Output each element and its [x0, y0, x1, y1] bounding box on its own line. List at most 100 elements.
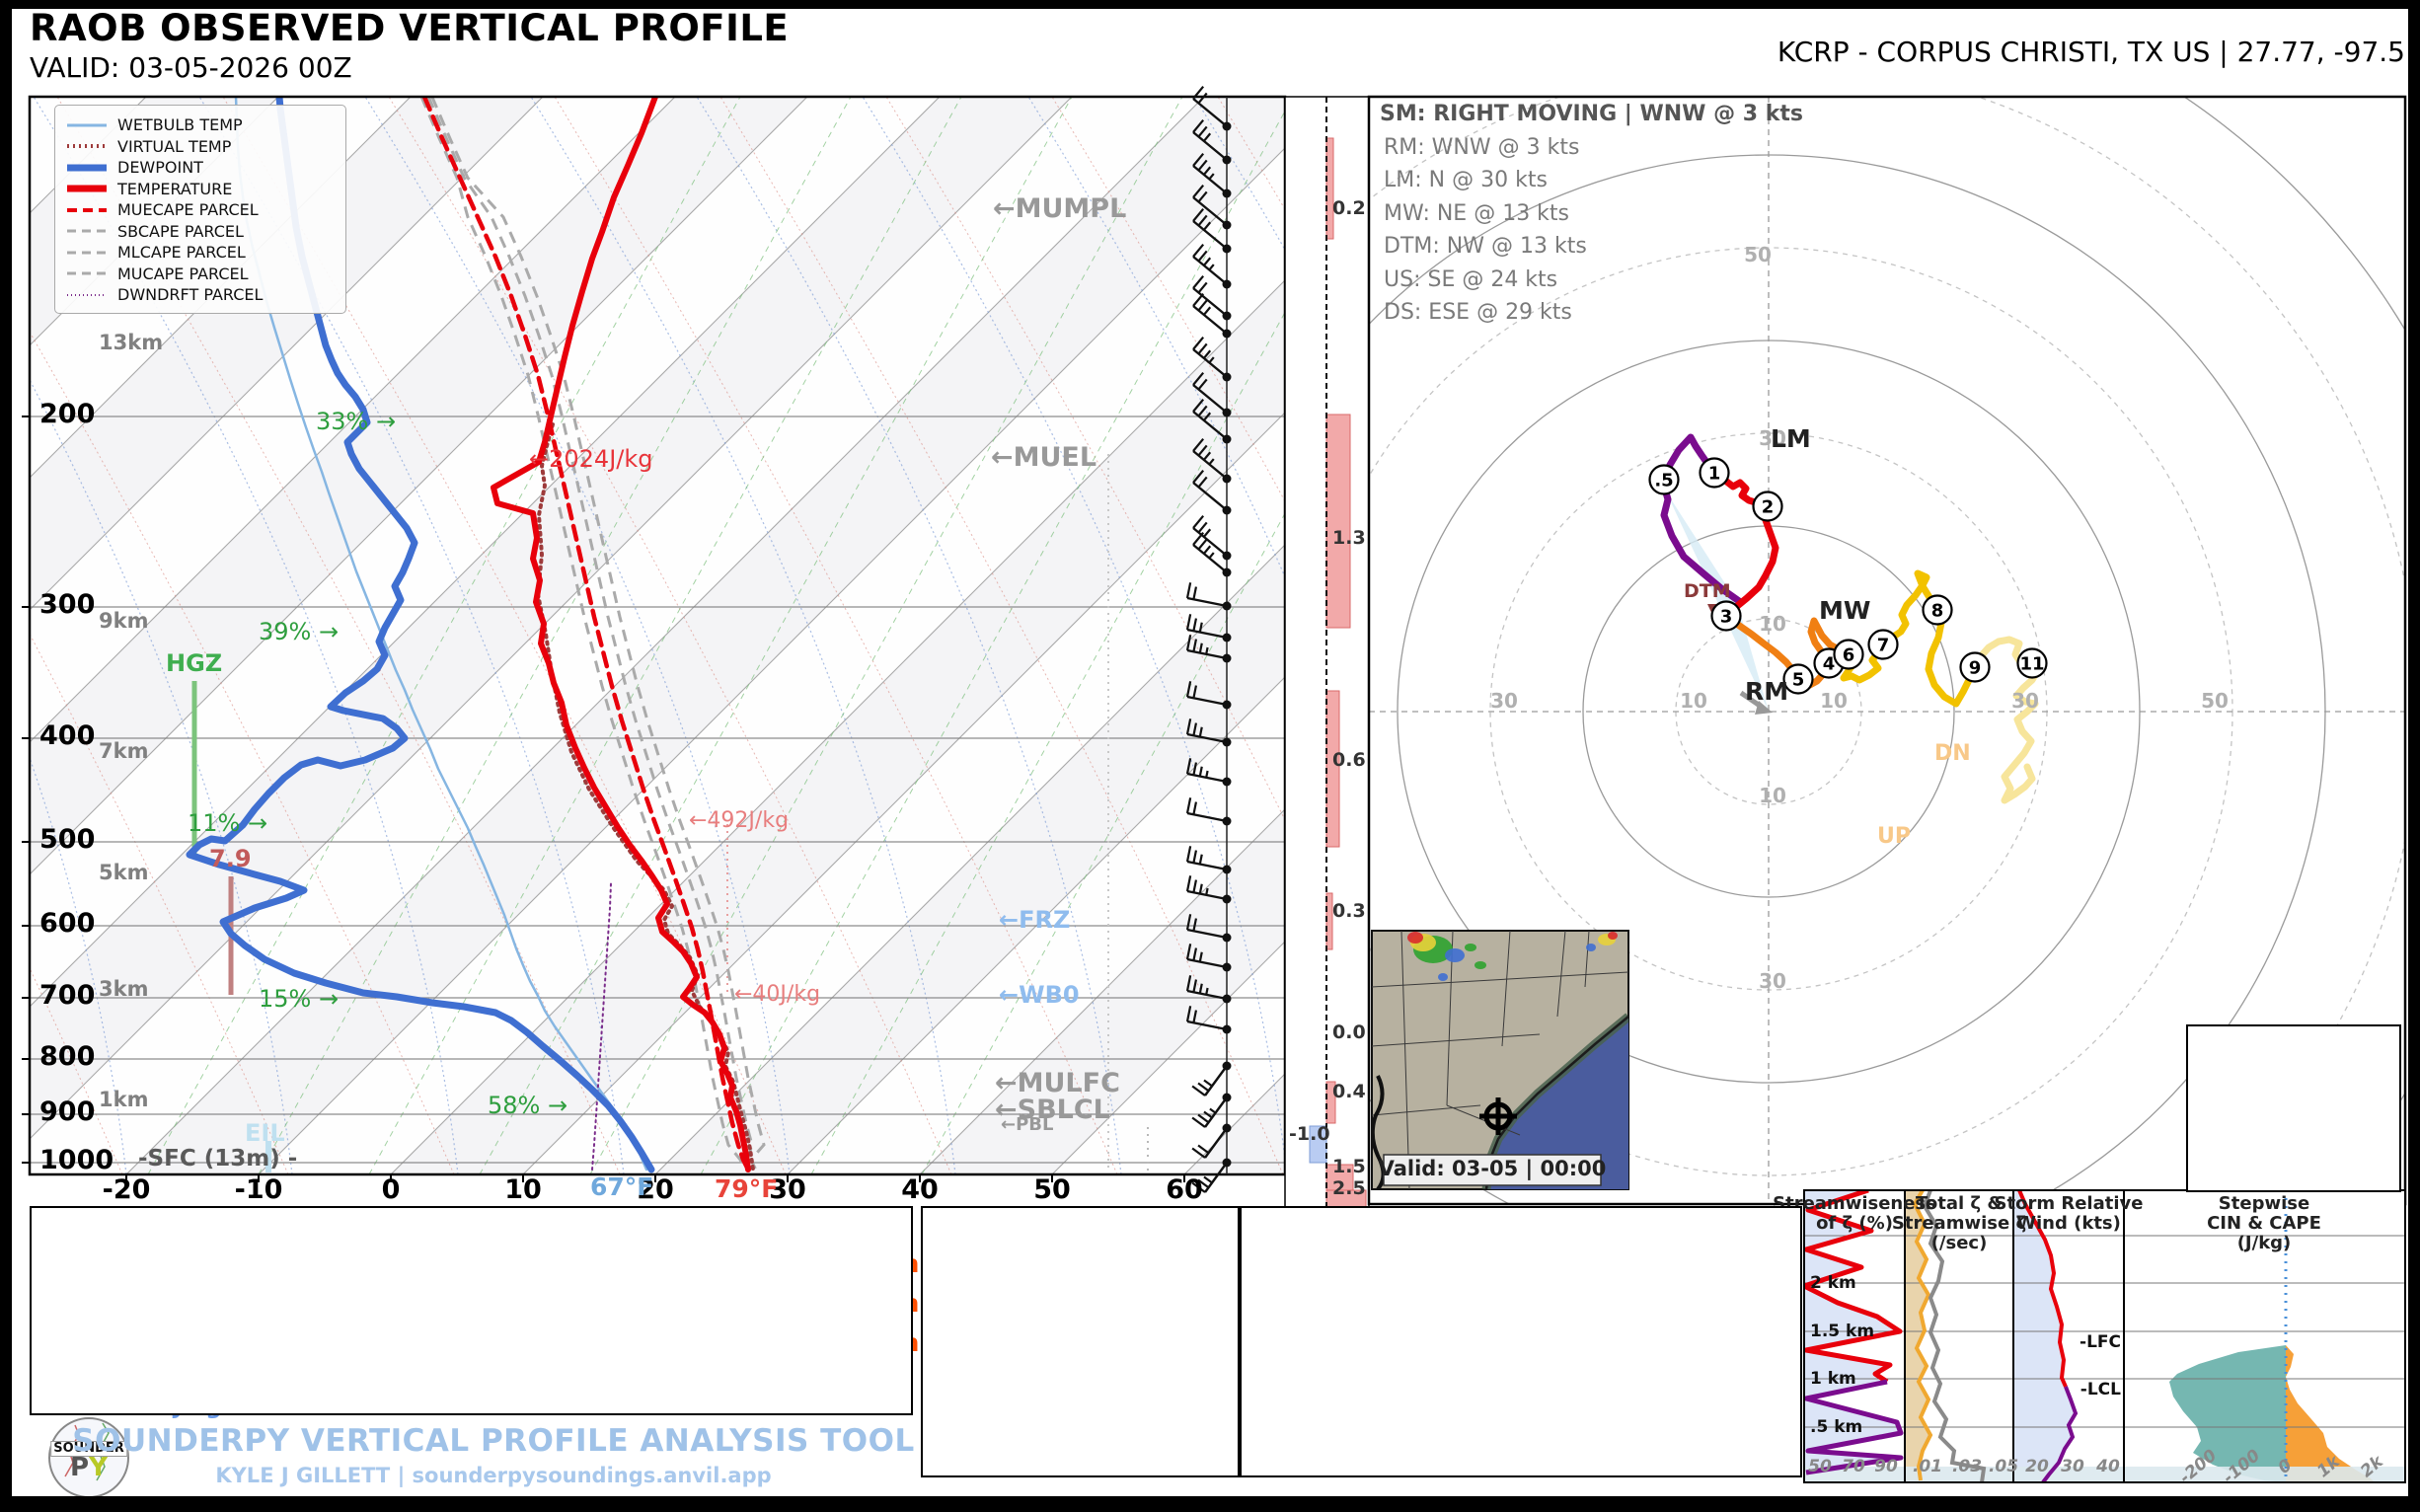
frz-label: ←FRZ [999, 906, 1071, 934]
sfc-dewpoint-f: 67°F [590, 1172, 654, 1201]
inset-ylabel: 1 km [1810, 1369, 1856, 1389]
ring-label: 30 [1490, 689, 1518, 713]
omega-value: 0.2 [1332, 197, 1366, 219]
muel-label: ←MUEL [991, 442, 1097, 473]
mumpl-label: ←MUMPL [993, 193, 1127, 224]
skewt-legend: WETBULB TEMP VIRTUAL TEMP DEWPOINT TEMPERAT… [54, 105, 346, 314]
inset-title: Streamwise ζ [1891, 1213, 2027, 1234]
legend-label: VIRTUAL TEMP [117, 136, 232, 156]
legend-label: MLCAPE PARCEL [117, 243, 246, 263]
hodo-info-line: MW: NE @ 13 kts [1384, 200, 1570, 226]
cape-label: ←2024J/kg [529, 445, 653, 473]
inset-ylabel: 2 km [1810, 1273, 1856, 1293]
cape3-label: ←40J/kg [734, 982, 821, 1007]
legend-item: MLCAPE PARCEL [65, 242, 336, 264]
omega-value: 0.6 [1332, 749, 1366, 771]
svg-text:7: 7 [1877, 636, 1890, 656]
sfc-label: -SFC (13m) - [138, 1146, 298, 1172]
rm-label: RM [1745, 677, 1789, 706]
footer-subtitle: KYLE J GILLETT | sounderpysoundings.anvi… [215, 1464, 772, 1487]
eil-label: EIL [245, 1119, 285, 1147]
hodo-info-line: DTM: NW @ 13 kts [1384, 234, 1587, 259]
omega-value: 0.4 [1332, 1081, 1366, 1102]
inset-title: (/sec) [1930, 1233, 1988, 1253]
pressure-tick: 1000 [39, 1145, 114, 1175]
legend-label: TEMPERATURE [117, 179, 233, 198]
temp-tick: 10 [504, 1174, 542, 1205]
ring-label: 30 [1759, 969, 1786, 993]
rh-15: 15% → [259, 985, 340, 1013]
inset-title: Stepwise [2218, 1193, 2310, 1214]
legend-item: SBCAPE PARCEL [65, 221, 336, 243]
inset-level-label: -LFC [2080, 1332, 2121, 1352]
height-label: 7km [99, 739, 149, 763]
ring-label: 10 [1759, 612, 1786, 636]
height-label: 9km [99, 609, 149, 633]
lm-label: LM [1771, 424, 1811, 453]
mw-label: MW [1819, 596, 1871, 625]
inset-xtick: 70 [1842, 1457, 1865, 1476]
inset-title: Storm Relative [1994, 1193, 2144, 1214]
temp-tick: 0 [381, 1174, 401, 1205]
legend-label: DEWPOINT [117, 158, 203, 178]
inset-title: Total ζ & [1915, 1193, 2004, 1214]
legend-item: WETBULB TEMP [65, 114, 336, 136]
svg-text:8: 8 [1931, 601, 1944, 622]
pressure-tick: 300 [39, 589, 96, 620]
omega-value: -1.0 [1289, 1123, 1330, 1145]
hodo-info-line: LM: N @ 30 kts [1384, 168, 1548, 192]
inset-title: Wind (kts) [2016, 1213, 2121, 1234]
rh-39: 39% → [259, 618, 340, 645]
height-label: 3km [99, 977, 149, 1001]
svg-text:5: 5 [1792, 670, 1805, 691]
radar-map-inset [1371, 930, 1629, 1190]
inset-ylabel: 1.5 km [1810, 1322, 1875, 1341]
page-title: RAOB OBSERVED VERTICAL PROFILE [30, 7, 790, 49]
inset-ylabel: .5 km [1810, 1417, 1863, 1437]
dtm-label: DTM [1684, 580, 1731, 602]
inset-xtick: 30 [2061, 1457, 2084, 1476]
temp-tick: 60 [1166, 1174, 1203, 1205]
legend-item: MUECAPE PARCEL [65, 199, 336, 221]
inset-title: CIN & CAPE [2207, 1213, 2321, 1234]
station-title: KCRP - CORPUS CHRISTI, TX US | 27.77, -9… [1777, 36, 2405, 68]
omega-value: 1.5 [1332, 1156, 1366, 1177]
inset-xtick: .05 [1988, 1457, 2019, 1476]
inset-level-label: -LCL [2080, 1380, 2121, 1399]
svg-text:9: 9 [1969, 658, 1982, 679]
inset-title: (J/kg) [2236, 1233, 2292, 1253]
svg-text:6: 6 [1843, 645, 1855, 666]
legend-label: MUCAPE PARCEL [117, 264, 249, 283]
rh-33: 33% → [316, 408, 397, 435]
svg-text:4: 4 [1823, 654, 1836, 675]
pressure-tick: 600 [39, 908, 96, 939]
omega-value: 0.3 [1332, 900, 1366, 922]
valid-time: VALID: 03-05-2026 00Z [30, 51, 352, 84]
ring-label: 50 [2201, 689, 2229, 713]
pressure-tick: 700 [39, 980, 96, 1011]
sounderpy-screenshot: .5 1 2 3 4 5 6 7 8 9 11 RAOB OBSERVED VERTICAL PRO… [0, 0, 2420, 1512]
ring-label: 50 [1744, 243, 1772, 266]
hodo-info-line: RM: WNW @ 3 kts [1384, 134, 1580, 160]
kinematics-box [1240, 1206, 1802, 1477]
thermo-box [30, 1206, 913, 1415]
legend-item: VIRTUAL TEMP [65, 136, 336, 158]
svg-text:11: 11 [2019, 654, 2044, 675]
sfc-temp-f: 79°F [715, 1174, 779, 1203]
legend-item: TEMPERATURE [65, 179, 336, 200]
dn-label: DN [1934, 741, 1971, 766]
srh-summary-box [2186, 1024, 2401, 1192]
omega-value: 1.3 [1332, 527, 1366, 549]
ring-label: 30 [2011, 689, 2039, 713]
svg-text:1: 1 [1708, 464, 1721, 485]
map-valid-time: Valid: 03-05 | 00:00 [1378, 1157, 1607, 1180]
temp-tick: -20 [102, 1174, 151, 1205]
pressure-tick: 800 [39, 1041, 96, 1072]
up-label: UP [1877, 824, 1911, 849]
temp-tick: 50 [1033, 1174, 1071, 1205]
omega-value: 0.0 [1332, 1021, 1366, 1043]
logo-text-py: PY [70, 1453, 108, 1482]
svg-text:3: 3 [1720, 607, 1733, 628]
lapse-label: 7.9 [209, 845, 252, 872]
wb0-label: ←WB0 [999, 981, 1080, 1009]
